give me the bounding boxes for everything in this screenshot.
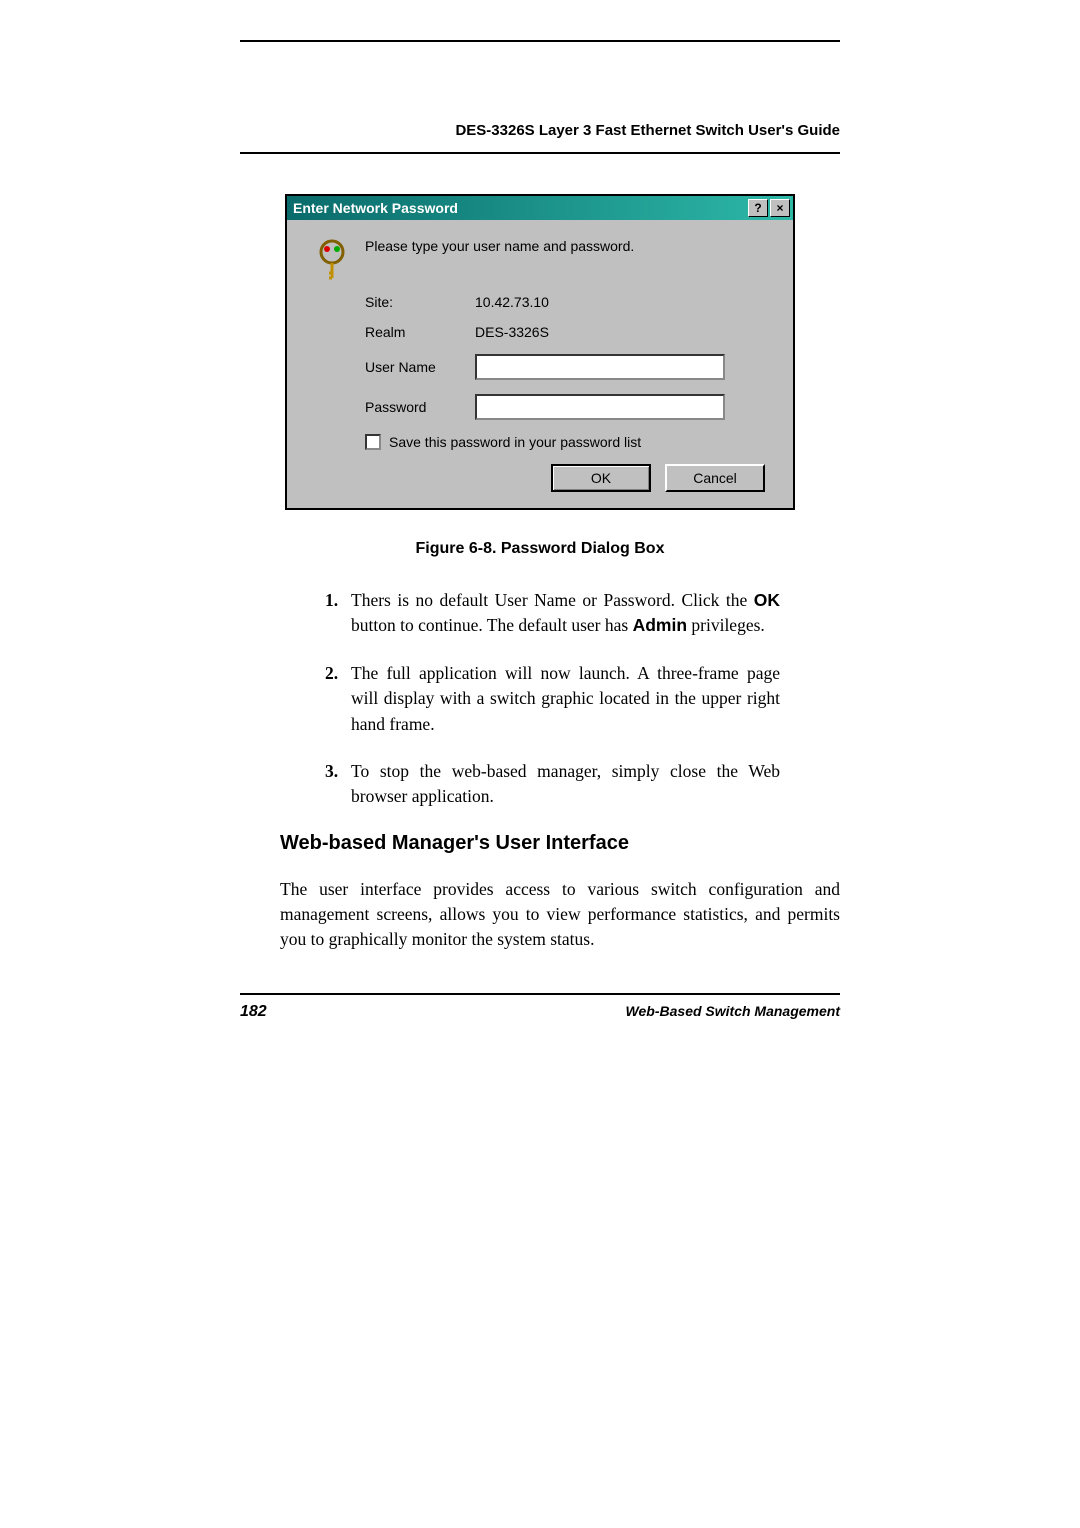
- list-item: 3. To stop the web-based manager, simply…: [325, 759, 780, 810]
- password-label: Password: [365, 399, 475, 415]
- help-icon[interactable]: ?: [748, 199, 768, 217]
- key-ring-icon: [314, 238, 356, 280]
- site-value: 10.42.73.10: [475, 294, 775, 310]
- list-item: 1. Thers is no default User Name or Pass…: [325, 588, 780, 639]
- figure-caption: Figure 6-8. Password Dialog Box: [240, 540, 840, 558]
- ok-button[interactable]: OK: [551, 464, 651, 492]
- ordered-list: 1. Thers is no default User Name or Pass…: [325, 588, 780, 810]
- save-password-label: Save this password in your password list: [389, 434, 641, 450]
- realm-value: DES-3326S: [475, 324, 775, 340]
- username-input[interactable]: [475, 354, 725, 380]
- dialog-titlebar: Enter Network Password ? ×: [287, 196, 793, 220]
- cancel-button[interactable]: Cancel: [665, 464, 765, 492]
- footer-rule: [240, 993, 840, 995]
- password-dialog: Enter Network Password ? ×: [285, 194, 795, 510]
- username-label: User Name: [365, 359, 475, 375]
- footer-title: Web-Based Switch Management: [626, 1003, 840, 1021]
- section-heading: Web-based Manager's User Interface: [280, 832, 840, 855]
- page-header: DES-3326S Layer 3 Fast Ethernet Switch U…: [240, 122, 840, 142]
- dialog-instruction: Please type your user name and password.: [365, 238, 775, 254]
- page-number: 182: [240, 1003, 267, 1021]
- password-input[interactable]: [475, 394, 725, 420]
- page-footer: 182 Web-Based Switch Management: [240, 1003, 840, 1021]
- save-password-checkbox[interactable]: [365, 434, 381, 450]
- header-rule: [240, 152, 840, 154]
- dialog-title: Enter Network Password: [293, 200, 458, 216]
- top-rule: [240, 40, 840, 42]
- realm-label: Realm: [365, 324, 475, 340]
- close-icon[interactable]: ×: [770, 199, 790, 217]
- site-label: Site:: [365, 294, 475, 310]
- list-item: 2. The full application will now launch.…: [325, 661, 780, 737]
- section-paragraph: The user interface provides access to va…: [280, 877, 840, 953]
